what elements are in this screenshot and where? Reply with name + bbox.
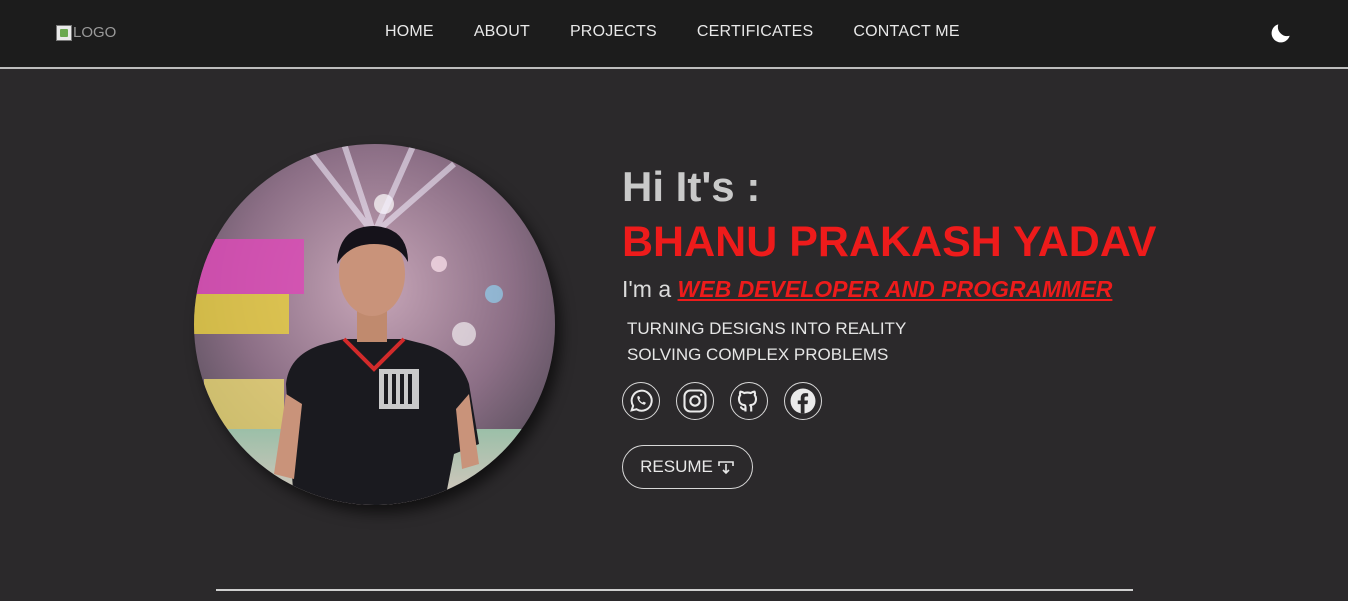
nav-projects[interactable]: PROJECTS — [570, 23, 657, 41]
nav-home[interactable]: HOME — [385, 23, 434, 41]
resume-button[interactable]: RESUME — [622, 445, 753, 489]
tagline-2: SOLVING COMPLEX PROBLEMS — [627, 345, 889, 364]
tagline-1: TURNING DESIGNS INTO REALITY — [627, 319, 907, 338]
instagram-icon[interactable] — [676, 382, 714, 420]
nav-contact[interactable]: CONTACT ME — [853, 23, 959, 41]
hero-name: BHANU PRAKASH YADAV — [622, 218, 1157, 266]
profile-photo — [194, 144, 555, 505]
whatsapp-icon[interactable] — [622, 382, 660, 420]
resume-label: RESUME — [640, 457, 713, 476]
download-icon — [718, 461, 734, 475]
navbar: LOGO HOME ABOUT PROJECTS CERTIFICATES CO… — [0, 0, 1348, 69]
social-links — [622, 382, 822, 420]
facebook-icon[interactable] — [784, 382, 822, 420]
section-divider — [216, 589, 1133, 591]
role-highlight: WEB DEVELOPER AND PROGRAMMER — [677, 276, 1113, 302]
moon-icon[interactable] — [1268, 20, 1294, 46]
github-icon[interactable] — [730, 382, 768, 420]
logo[interactable]: LOGO — [56, 24, 116, 41]
nav-about[interactable]: ABOUT — [474, 23, 530, 41]
hero-role: I'm a WEB DEVELOPER AND PROGRAMMER — [622, 276, 1112, 303]
logo-alt-text: LOGO — [73, 24, 117, 41]
nav-certificates[interactable]: CERTIFICATES — [697, 23, 814, 41]
main-nav: HOME ABOUT PROJECTS CERTIFICATES CONTACT… — [385, 23, 960, 41]
broken-image-icon — [56, 24, 72, 41]
greeting: Hi It's : — [622, 163, 761, 210]
role-prefix: I'm a — [622, 276, 672, 302]
